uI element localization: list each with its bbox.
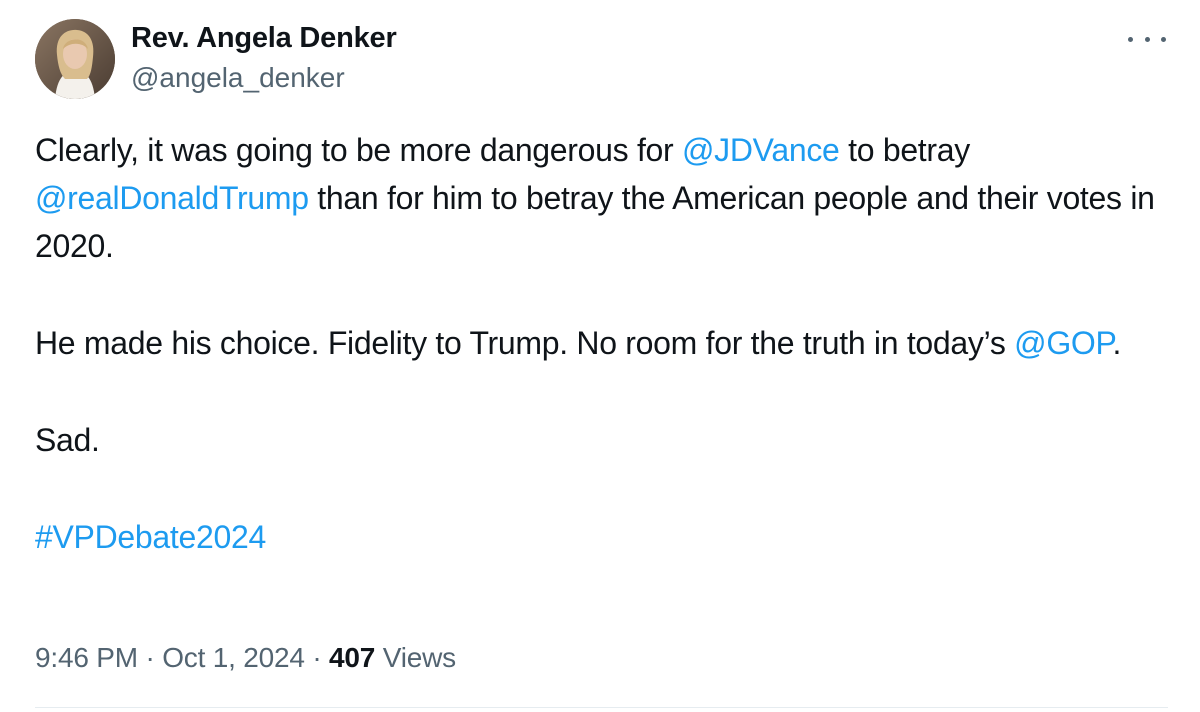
tweet-text-segment: He made his choice. Fidelity to Trump. N… xyxy=(35,325,1015,361)
tweet-paragraph: Sad. xyxy=(35,416,1175,464)
tweet-paragraph: #VPDebate2024 xyxy=(35,513,1175,561)
views-count[interactable]: 407 xyxy=(329,642,375,673)
mention-link-jdvance[interactable]: @JDVance xyxy=(682,132,840,168)
meta-separator: · xyxy=(137,642,163,673)
views-label: Views xyxy=(375,642,456,673)
tweet-paragraph: Clearly, it was going to be more dangero… xyxy=(35,126,1175,270)
tweet-text-segment: . xyxy=(1112,325,1122,361)
tweet-meta: 9:46 PM · Oct 1, 2024 · 407 Views xyxy=(35,638,456,678)
more-horizontal-icon-dot xyxy=(1161,36,1166,42)
divider xyxy=(35,707,1168,708)
more-horizontal-icon xyxy=(1128,36,1133,42)
avatar[interactable] xyxy=(35,19,115,99)
author-block: Rev. Angela Denker @angela_denker xyxy=(131,20,397,98)
tweet-text: Clearly, it was going to be more dangero… xyxy=(35,126,1175,561)
author-handle[interactable]: @angela_denker xyxy=(131,58,397,98)
more-horizontal-icon-dot xyxy=(1144,36,1150,42)
tweet-text-segment: Clearly, it was going to be more dangero… xyxy=(35,132,682,168)
tweet-paragraph: He made his choice. Fidelity to Trump. N… xyxy=(35,319,1175,367)
tweet-date[interactable]: Oct 1, 2024 xyxy=(162,642,305,673)
tweet-text-segment: Sad. xyxy=(35,422,100,458)
tweet-time[interactable]: 9:46 PM xyxy=(35,642,138,673)
avatar-photo xyxy=(35,19,115,99)
tweet-card: Rev. Angela Denker @angela_denker Clearl… xyxy=(0,0,1200,712)
author-display-name[interactable]: Rev. Angela Denker xyxy=(131,20,397,56)
meta-separator: · xyxy=(304,642,330,673)
mention-link-realdonaldtrump[interactable]: @realDonaldTrump xyxy=(35,180,309,216)
more-options-button[interactable] xyxy=(1128,26,1166,52)
tweet-text-segment: to betray xyxy=(839,132,970,168)
mention-link-gop[interactable]: @GOP xyxy=(1014,325,1113,361)
hashtag-link[interactable]: #VPDebate2024 xyxy=(35,519,266,555)
